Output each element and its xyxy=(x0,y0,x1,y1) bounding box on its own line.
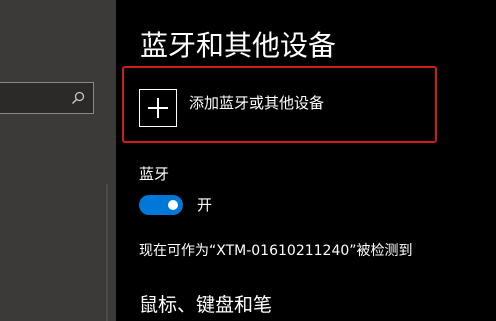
bluetooth-toggle[interactable] xyxy=(139,194,183,215)
main-content: 蓝牙和其他设备 添加蓝牙或其他设备 蓝牙 开 现在可作为“XTM-0161021… xyxy=(116,0,496,321)
sidebar xyxy=(0,0,116,321)
search-icon[interactable] xyxy=(71,91,85,105)
bluetooth-section-label: 蓝牙 xyxy=(139,165,170,183)
mouse-keyboard-pen-heading: 鼠标、键盘和笔 xyxy=(139,294,273,316)
bluetooth-toggle-state: 开 xyxy=(197,196,213,214)
add-device-button[interactable]: 添加蓝牙或其他设备 xyxy=(139,88,324,128)
plus-icon[interactable] xyxy=(139,89,177,127)
bluetooth-toggle-row: 开 xyxy=(139,194,212,215)
sidebar-scrollbar[interactable] xyxy=(106,184,108,321)
page-title: 蓝牙和其他设备 xyxy=(140,29,337,62)
discoverable-status-text: 现在可作为“XTM-01610211240”被检测到 xyxy=(139,243,413,259)
add-device-label[interactable]: 添加蓝牙或其他设备 xyxy=(189,92,324,113)
search-input[interactable] xyxy=(0,82,94,114)
toggle-knob xyxy=(168,199,178,210)
